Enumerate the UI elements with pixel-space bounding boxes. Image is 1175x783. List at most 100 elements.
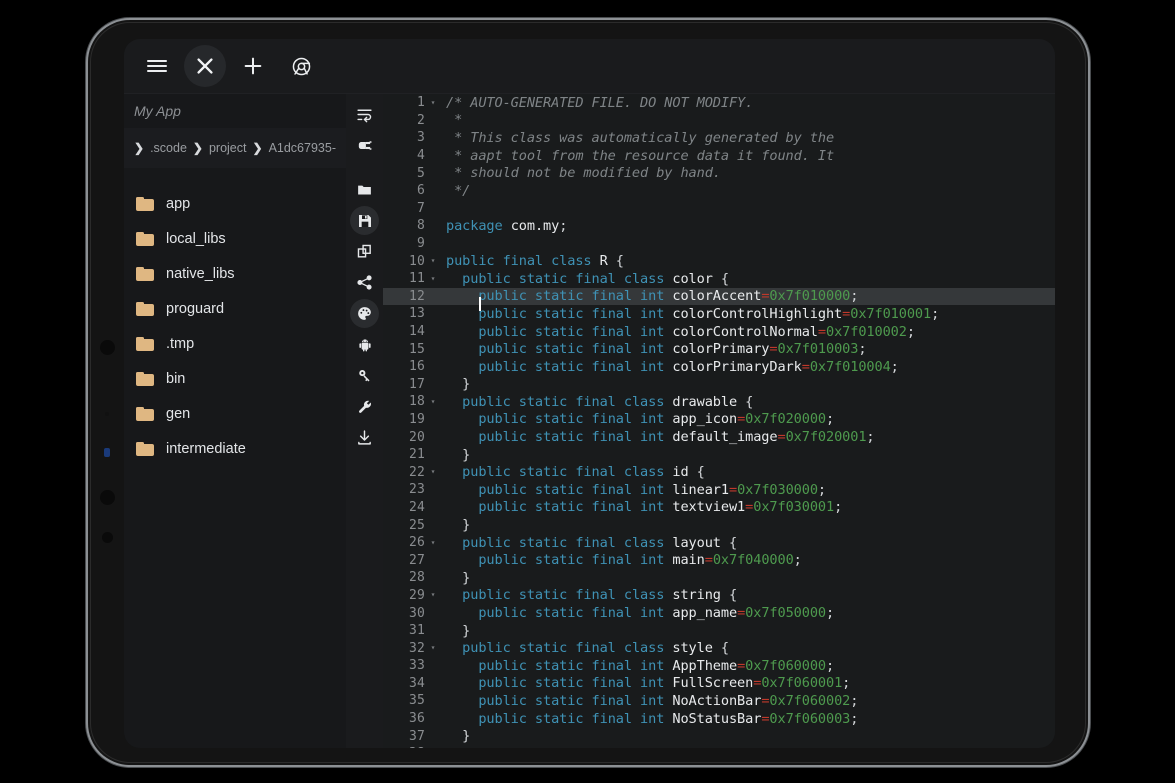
line-number: 19 bbox=[408, 411, 425, 427]
line-number: 20 bbox=[408, 429, 425, 445]
breadcrumb-item[interactable]: ❯ A1dc67935- bbox=[253, 141, 336, 155]
breadcrumb[interactable]: ❯ .scode ❯ project ❯ A1dc67935- bbox=[124, 128, 346, 168]
download-icon[interactable] bbox=[350, 423, 379, 452]
code-line[interactable]: 17 } bbox=[383, 376, 1055, 394]
token: public static final int bbox=[478, 675, 673, 692]
token: public static final int bbox=[478, 429, 673, 446]
code-editor[interactable]: 1 ▾/* AUTO-GENERATED FILE. DO NOT MODIFY.… bbox=[383, 94, 1055, 748]
code-line[interactable]: 30 public static final int app_name=0x7f… bbox=[383, 604, 1055, 622]
close-icon[interactable] bbox=[184, 45, 226, 87]
code-text: public static final class style { bbox=[438, 640, 729, 656]
code-line[interactable]: 6 */ bbox=[383, 182, 1055, 200]
code-line[interactable]: 29 ▾ public static final class string { bbox=[383, 587, 1055, 605]
code-line[interactable]: 12 public static final int colorAccent=0… bbox=[383, 287, 1055, 306]
token: public static final int bbox=[478, 605, 673, 622]
led-indicator bbox=[104, 448, 110, 457]
code-line[interactable]: 36 public static final int NoStatusBar=0… bbox=[383, 710, 1055, 728]
code-line[interactable]: 24 public static final int textview1=0x7… bbox=[383, 499, 1055, 517]
folder-list-item[interactable]: local_libs bbox=[124, 221, 346, 256]
key-icon[interactable] bbox=[350, 361, 379, 390]
code-line[interactable]: 8 package com.my; bbox=[383, 217, 1055, 235]
line-number: 26 bbox=[408, 535, 425, 551]
code-line[interactable]: 38} bbox=[383, 745, 1055, 748]
file-explorer-panel: My App ❯ .scode ❯ project ❯ A1dc67935- app loc… bbox=[124, 94, 346, 748]
code-line[interactable]: 3 * This class was automatically generat… bbox=[383, 129, 1055, 147]
code-line[interactable]: 31 } bbox=[383, 622, 1055, 640]
folder-list-item[interactable]: app bbox=[124, 186, 346, 221]
code-line[interactable]: 2 * bbox=[383, 112, 1055, 130]
copy-icon[interactable] bbox=[350, 237, 379, 266]
folder-list-item[interactable]: intermediate bbox=[124, 431, 346, 466]
fold-toggle-icon[interactable]: ▾ bbox=[428, 397, 438, 406]
code-line[interactable]: 14 public static final int colorControlN… bbox=[383, 323, 1055, 341]
folder-list-item[interactable]: gen bbox=[124, 396, 346, 431]
code-line[interactable]: 37 } bbox=[383, 727, 1055, 745]
fold-toggle-icon[interactable]: ▾ bbox=[428, 257, 438, 265]
code-line[interactable]: 34 public static final int FullScreen=0x… bbox=[383, 675, 1055, 693]
token: ; bbox=[931, 305, 940, 322]
code-line[interactable]: 35 public static final int NoActionBar=0… bbox=[383, 692, 1055, 710]
code-text: public static final int colorControlNorm… bbox=[438, 324, 915, 340]
fold-toggle-icon[interactable]: ▾ bbox=[428, 644, 438, 652]
code-line[interactable]: 18 ▾ public static final class drawable { bbox=[383, 393, 1055, 411]
token: 0x7f010001 bbox=[850, 305, 932, 322]
folder-icon[interactable] bbox=[350, 175, 379, 204]
line-number: 7 bbox=[416, 200, 425, 216]
chevron-right-icon: ❯ bbox=[192, 141, 203, 155]
folder-list-item[interactable]: bin bbox=[124, 361, 346, 396]
fold-toggle-icon[interactable]: ▾ bbox=[428, 274, 438, 283]
code-line[interactable]: 19 public static final int app_icon=0x7f… bbox=[383, 411, 1055, 429]
token: 0x7f060002 bbox=[769, 692, 851, 709]
fold-toggle-icon[interactable]: ▾ bbox=[428, 468, 438, 476]
folder-list-item[interactable]: .tmp bbox=[124, 326, 346, 361]
code-line[interactable]: 26 ▾ public static final class layout { bbox=[383, 534, 1055, 552]
code-line[interactable]: 11 ▾ public static final class color { bbox=[383, 270, 1055, 288]
browser-icon[interactable] bbox=[280, 45, 322, 87]
menu-icon[interactable] bbox=[136, 45, 178, 87]
token: } bbox=[446, 728, 471, 745]
save-icon[interactable] bbox=[350, 206, 379, 235]
plug-icon[interactable] bbox=[350, 131, 379, 160]
token: main bbox=[672, 552, 705, 569]
token: FullScreen bbox=[672, 675, 754, 692]
breadcrumb-item[interactable]: ❯ project bbox=[193, 141, 247, 155]
line-number: 21 bbox=[408, 447, 425, 463]
code-line[interactable]: 25 } bbox=[383, 516, 1055, 534]
wrench-icon[interactable] bbox=[350, 392, 379, 421]
token: ; bbox=[858, 341, 867, 358]
add-icon[interactable] bbox=[232, 45, 274, 87]
code-line[interactable]: 28 } bbox=[383, 569, 1055, 587]
breadcrumb-label: project bbox=[208, 141, 247, 155]
fold-toggle-icon[interactable]: ▾ bbox=[428, 538, 438, 547]
code-line[interactable]: 10 ▾ public final class R { bbox=[383, 252, 1055, 270]
code-line[interactable]: 21 } bbox=[383, 446, 1055, 464]
code-line[interactable]: 5 * should not be modified by hand. bbox=[383, 164, 1055, 182]
code-line[interactable]: 1 ▾ /* AUTO-GENERATED FILE. DO NOT MODIFY. bbox=[383, 94, 1055, 112]
code-line[interactable]: 9 bbox=[383, 235, 1055, 253]
folder-list-item[interactable]: native_libs bbox=[124, 256, 346, 291]
line-number: 25 bbox=[408, 517, 425, 533]
code-line[interactable]: 27 public static final int main=0x7f0400… bbox=[383, 551, 1055, 569]
code-line[interactable]: 16 public static final int colorPrimaryD… bbox=[383, 358, 1055, 376]
code-line[interactable]: 7 bbox=[383, 200, 1055, 218]
code-line[interactable]: 33 public static final int AppTheme=0x7f… bbox=[383, 657, 1055, 675]
code-text: public static final int AppTheme=0x7f060… bbox=[438, 658, 834, 674]
palette-icon[interactable] bbox=[350, 299, 379, 328]
code-line[interactable]: 4 * aapt tool from the resource data it … bbox=[383, 147, 1055, 165]
code-line[interactable]: 22 ▾ public static final class id { bbox=[383, 463, 1055, 481]
wrap-text-icon[interactable] bbox=[350, 100, 379, 129]
code-line[interactable]: 23 public static final int linear1=0x7f0… bbox=[383, 481, 1055, 499]
android-icon[interactable] bbox=[350, 330, 379, 359]
fold-toggle-icon[interactable]: ▾ bbox=[428, 98, 438, 107]
fold-toggle-icon[interactable]: ▾ bbox=[428, 591, 438, 599]
code-line[interactable]: 15 public static final int colorPrimary=… bbox=[383, 340, 1055, 358]
code-line[interactable]: 13 public static final int colorControlH… bbox=[383, 305, 1055, 323]
folder-list-item[interactable]: proguard bbox=[124, 291, 346, 326]
share-icon[interactable] bbox=[350, 268, 379, 297]
folder-label: app bbox=[166, 195, 191, 212]
code-line[interactable]: 32 ▾ public static final class style { bbox=[383, 639, 1055, 657]
breadcrumb-item[interactable]: ❯ .scode bbox=[134, 141, 187, 155]
code-line[interactable]: 20 public static final int default_image… bbox=[383, 428, 1055, 446]
